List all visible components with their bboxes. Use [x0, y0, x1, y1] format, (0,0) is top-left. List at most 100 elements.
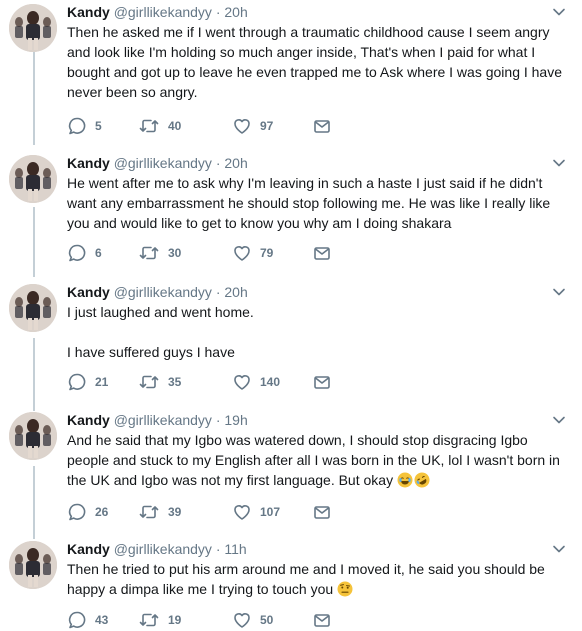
timestamp[interactable]: 11h: [224, 541, 246, 557]
retweet-button[interactable]: 19: [138, 610, 232, 630]
dm-button[interactable]: [312, 243, 332, 263]
raised-eyebrow-emoji: [337, 581, 353, 597]
reply-count: 26: [95, 505, 109, 519]
avatar-image: [9, 412, 57, 460]
tweet-header: Kandy @girllikekandyy · 20h: [67, 153, 568, 173]
retweet-button[interactable]: 40: [138, 116, 232, 136]
avatar[interactable]: [9, 541, 57, 589]
tweet-text: Then he tried to put his arm around me a…: [67, 559, 568, 599]
reply-button[interactable]: 5: [67, 116, 138, 136]
display-name[interactable]: Kandy: [67, 541, 110, 557]
tweet[interactable]: Kandy @girllikekandyy · 19h And he said …: [0, 410, 582, 532]
separator-dot: ·: [215, 155, 221, 171]
display-name[interactable]: Kandy: [67, 4, 110, 20]
tweet-actions: 5 40 97: [67, 115, 332, 137]
avatar[interactable]: [9, 155, 57, 203]
reply-button[interactable]: 6: [67, 243, 138, 263]
retweet-button[interactable]: 30: [138, 243, 232, 263]
tweet-paragraph: He went after me to ask why I'm leaving …: [67, 175, 551, 231]
reply-button[interactable]: 26: [67, 502, 138, 522]
chevron-down-icon[interactable]: [550, 3, 568, 21]
retweet-icon: [139, 613, 159, 627]
like-count: 79: [260, 246, 274, 260]
chevron-down-icon[interactable]: [550, 540, 568, 558]
dm-button[interactable]: [312, 372, 332, 392]
reply-button[interactable]: 43: [67, 610, 138, 630]
like-button[interactable]: 97: [232, 116, 312, 136]
heart-icon: [234, 613, 250, 628]
user-handle[interactable]: @girllikekandyy: [114, 4, 212, 20]
timestamp[interactable]: 20h: [224, 4, 247, 20]
tweet-text: Then he asked me if I went through a tra…: [67, 22, 568, 102]
avatar-image: [9, 541, 57, 589]
avatar-image: [9, 155, 57, 203]
timestamp[interactable]: 20h: [224, 155, 247, 171]
retweet-icon: [139, 505, 159, 519]
tweet[interactable]: Kandy @girllikekandyy · 20h I just laugh…: [0, 282, 582, 400]
tweet-actions: 6 30 79: [67, 242, 332, 264]
like-button[interactable]: 79: [232, 243, 312, 263]
retweet-icon: [139, 375, 159, 389]
reply-icon: [68, 244, 86, 262]
envelope-icon: [314, 247, 330, 260]
timestamp[interactable]: 20h: [224, 284, 247, 300]
like-button[interactable]: 140: [232, 372, 312, 392]
reply-icon: [68, 503, 86, 521]
display-name[interactable]: Kandy: [67, 284, 110, 300]
reply-icon: [68, 373, 86, 391]
rofl-emoji: [414, 472, 430, 488]
tweet-paragraph: And he said that my Igbo was watered dow…: [67, 430, 568, 490]
avatar[interactable]: [9, 284, 57, 332]
joy-emoji: [397, 472, 413, 488]
avatar[interactable]: [9, 412, 57, 460]
avatar-image: [9, 284, 57, 332]
tweet-actions: 26 39 107: [67, 501, 332, 523]
display-name[interactable]: Kandy: [67, 155, 110, 171]
user-handle[interactable]: @girllikekandyy: [114, 412, 212, 428]
retweet-icon: [139, 119, 159, 133]
user-handle[interactable]: @girllikekandyy: [114, 284, 212, 300]
timestamp[interactable]: 19h: [224, 412, 247, 428]
tweet-paragraph-text: And he said that my Igbo was watered dow…: [67, 432, 560, 488]
tweet-actions: 43 19 50: [67, 609, 332, 631]
chevron-down-icon[interactable]: [550, 411, 568, 429]
tweet[interactable]: Kandy @girllikekandyy · 11h Then he trie…: [0, 539, 582, 631]
tweet[interactable]: Kandy @girllikekandyy · 20h He went afte…: [0, 153, 582, 271]
avatar[interactable]: [9, 4, 57, 52]
reply-count: 6: [95, 246, 102, 260]
user-handle[interactable]: @girllikekandyy: [114, 155, 212, 171]
retweet-count: 19: [168, 613, 182, 627]
like-button[interactable]: 50: [232, 610, 312, 630]
reply-button[interactable]: 21: [67, 372, 138, 392]
tweet-paragraph-text: Then he tried to put his arm around me a…: [67, 561, 545, 597]
chevron-down-icon[interactable]: [550, 154, 568, 172]
separator-dot: ·: [215, 412, 221, 428]
tweet[interactable]: Kandy @girllikekandyy · 20h Then he aske…: [0, 2, 582, 147]
tweet-paragraph: Then he tried to put his arm around me a…: [67, 559, 568, 599]
reply-count: 5: [95, 119, 102, 133]
user-handle[interactable]: @girllikekandyy: [114, 541, 212, 557]
retweet-button[interactable]: 35: [138, 372, 232, 392]
tweet-header: Kandy @girllikekandyy · 19h: [67, 410, 568, 430]
like-count: 140: [260, 375, 281, 389]
like-count: 97: [260, 119, 274, 133]
chevron-down-icon[interactable]: [550, 283, 568, 301]
envelope-icon: [314, 614, 330, 627]
separator-dot: ·: [215, 541, 221, 557]
avatar-image: [9, 4, 57, 52]
tweet-actions: 21 35 140: [67, 371, 332, 393]
heart-icon: [234, 505, 250, 520]
like-button[interactable]: 107: [232, 502, 312, 522]
retweet-count: 40: [168, 119, 182, 133]
dm-button[interactable]: [312, 116, 332, 136]
retweet-button[interactable]: 39: [138, 502, 232, 522]
dm-button[interactable]: [312, 610, 332, 630]
like-count: 50: [260, 613, 274, 627]
heart-icon: [234, 119, 250, 134]
reply-count: 21: [95, 375, 109, 389]
display-name[interactable]: Kandy: [67, 412, 110, 428]
dm-button[interactable]: [312, 502, 332, 522]
tweet-header: Kandy @girllikekandyy · 20h: [67, 2, 568, 22]
envelope-icon: [314, 376, 330, 389]
tweet-text: And he said that my Igbo was watered dow…: [67, 430, 568, 490]
